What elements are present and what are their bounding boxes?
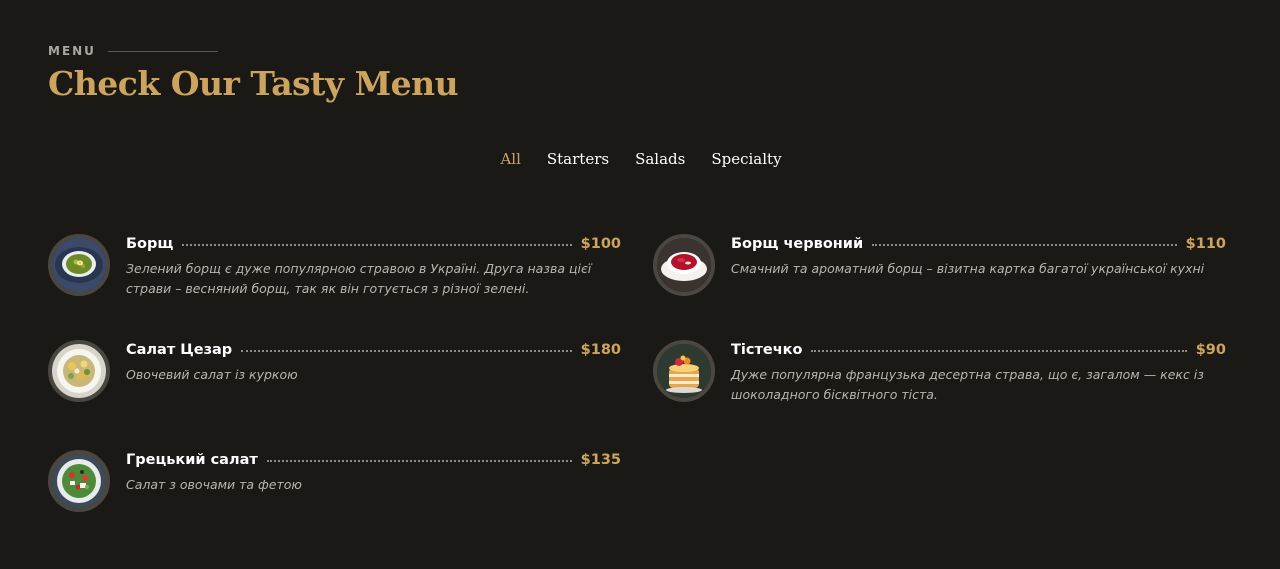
menu-item: Тістечко $90 Дуже популярна французька д… xyxy=(653,340,1226,410)
filter-tab-specialty[interactable]: Specialty xyxy=(711,150,781,168)
dotted-leader xyxy=(811,350,1187,352)
menu-item-header: Борщ червоний $110 xyxy=(731,236,1226,252)
menu-item: Борщ червоний $110 Смачний та ароматний … xyxy=(653,234,1226,304)
filter-tab-all[interactable]: All xyxy=(500,150,520,168)
red-borscht-image[interactable] xyxy=(653,234,715,296)
menu-item: Грецький салат $135 Салат з овочами та ф… xyxy=(48,450,621,520)
cake-image[interactable] xyxy=(653,340,715,402)
menu-item: Салат Цезар $180 Овочевий салат із курко… xyxy=(48,340,621,410)
menu-item-header: Грецький салат $135 xyxy=(126,452,621,468)
green-borscht-image[interactable] xyxy=(48,234,110,296)
menu-item-header: Салат Цезар $180 xyxy=(126,342,621,358)
menu-item-header: Борщ $100 xyxy=(126,236,621,252)
dotted-leader xyxy=(266,460,572,462)
menu-item-price: $110 xyxy=(1185,236,1226,252)
menu-item-name[interactable]: Борщ xyxy=(126,236,173,252)
menu-section: MENU Check Our Tasty Menu All Starters S… xyxy=(0,0,1280,569)
menu-item-name[interactable]: Тістечко xyxy=(731,342,802,358)
menu-item-description: Смачний та ароматний борщ – візитна карт… xyxy=(731,261,1205,276)
eyebrow-divider xyxy=(107,50,218,52)
menu-item-description: Салат з овочами та фетою xyxy=(126,477,302,492)
menu-item-name[interactable]: Грецький салат xyxy=(126,452,258,468)
menu-item-name[interactable]: Салат Цезар xyxy=(126,342,232,358)
dotted-leader xyxy=(182,244,572,246)
menu-item-name[interactable]: Борщ червоний xyxy=(731,236,863,252)
filter-tab-starters[interactable]: Starters xyxy=(547,150,609,168)
menu-item-description: Дуже популярна французька десертна страв… xyxy=(731,367,1204,402)
dotted-leader xyxy=(241,350,572,352)
menu-item-price: $90 xyxy=(1195,342,1226,358)
eyebrow-label: MENU xyxy=(48,44,96,58)
filter-tab-salads[interactable]: Salads xyxy=(635,150,685,168)
dotted-leader xyxy=(872,244,1177,246)
caesar-salad-image[interactable] xyxy=(48,340,110,402)
section-title: Check Our Tasty Menu xyxy=(48,64,459,103)
menu-filters: All Starters Salads Specialty xyxy=(0,150,1280,168)
menu-item-price: $180 xyxy=(580,342,621,358)
menu-item-price: $135 xyxy=(580,452,621,468)
menu-item-price: $100 xyxy=(580,236,621,252)
menu-item-description: Зелений борщ є дуже популярною стравою в… xyxy=(126,261,592,296)
menu-item-description: Овочевий салат із куркою xyxy=(126,367,298,382)
section-eyebrow: MENU xyxy=(48,44,218,58)
greek-salad-image[interactable] xyxy=(48,450,110,512)
menu-item-header: Тістечко $90 xyxy=(731,342,1226,358)
menu-item: Борщ $100 Зелений борщ є дуже популярною… xyxy=(48,234,621,304)
